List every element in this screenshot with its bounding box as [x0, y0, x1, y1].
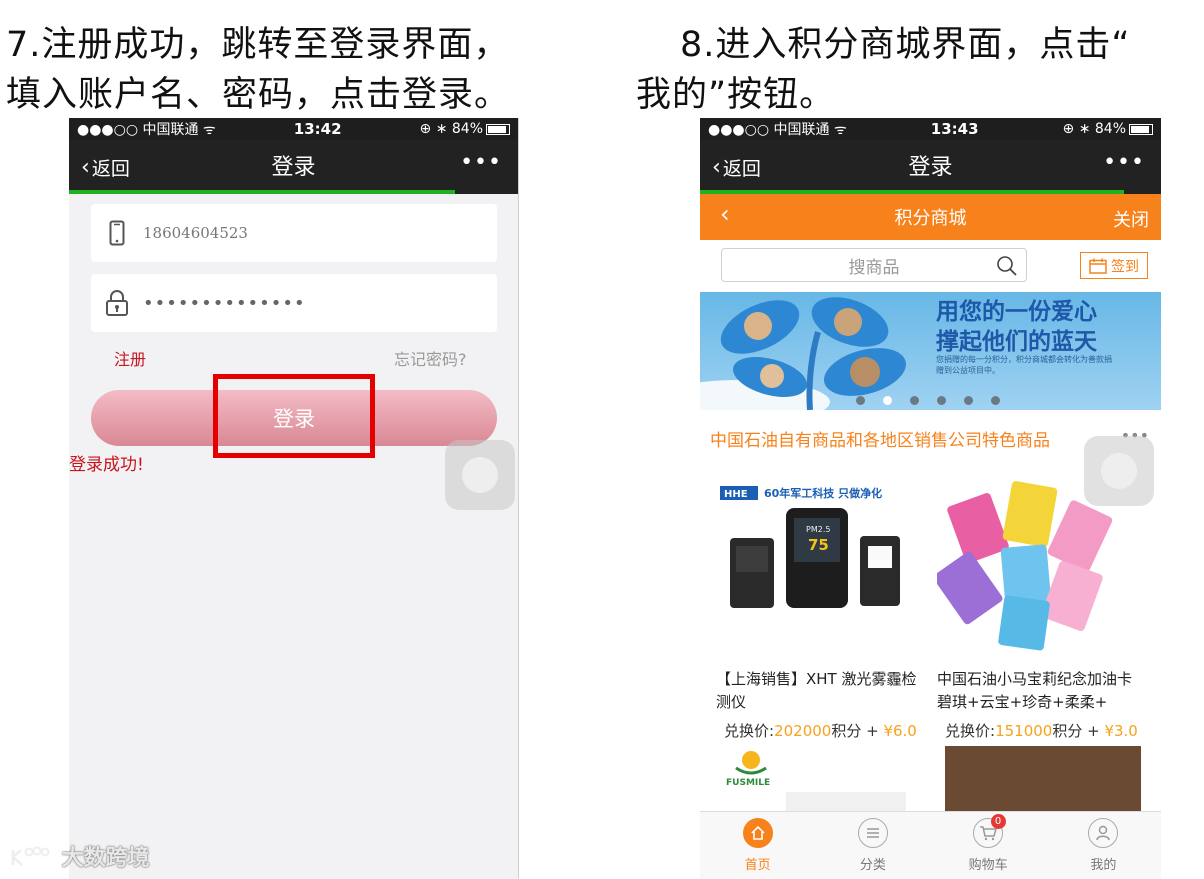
banner-subtext: 您捐赠的每一分积分，积分商城都会转化为善款捐赠到公益项目中。	[936, 355, 1112, 375]
watermark-logo-icon	[11, 846, 50, 866]
product-price: 兑换价:202000积分 + ¥6.0	[724, 722, 917, 740]
username-field[interactable]: 18604604523	[91, 204, 497, 262]
product-logo-text: FUSMILE	[726, 778, 771, 788]
tab-home[interactable]: 首页	[700, 812, 815, 879]
status-time: 13:42	[293, 120, 342, 138]
home-icon	[742, 818, 773, 848]
left-caption-line2: 填入账户名、密码，点击登录。	[6, 75, 511, 115]
password-field[interactable]: ••••••••••••••	[91, 274, 497, 332]
banner-headline-2: 撑起他们的蓝天	[936, 329, 1097, 355]
sign-in-label: 签到	[1111, 258, 1139, 275]
tab-label: 分类	[859, 858, 886, 873]
right-caption-line1: 8.进入积分商城界面，点击“	[680, 25, 1131, 65]
login-button-highlight	[213, 374, 375, 458]
left-caption-line1: 7.注册成功，跳转至登录界面，	[6, 25, 510, 65]
forgot-password-link[interactable]: 忘记密码?	[394, 346, 467, 370]
search-placeholder: 搜商品	[848, 257, 900, 278]
password-value: ••••••••••••••	[143, 292, 306, 314]
product-image: HHE 60年军工科技 只做净化 PM2.5 75	[716, 476, 916, 656]
tab-cart[interactable]: 0 购物车	[931, 812, 1046, 879]
watermark-text: 大数跨境	[61, 846, 150, 871]
tab-label: 首页	[744, 858, 771, 873]
list-icon	[857, 818, 888, 848]
chevron-left-icon: ‹	[712, 155, 721, 180]
sign-in-button[interactable]: 签到	[1080, 252, 1148, 279]
right-caption-line2: 我的”按钮。	[636, 75, 836, 115]
section-title: 中国石油自有商品和各地区销售公司特色商品	[710, 431, 1050, 451]
username-value: 18604604523	[143, 224, 248, 242]
svg-text:HHE: HHE	[724, 489, 748, 500]
status-bar: ●●●○○ 中国联通 ᯤ 13:42 ⊕ ∗ 84%	[69, 118, 518, 140]
tree-illustration-icon	[700, 297, 906, 410]
svg-text:PM2.5: PM2.5	[806, 525, 830, 534]
battery-status: ⊕ ∗ 84%	[420, 121, 510, 137]
product-brand-text: 60年军工科技 只做净化	[764, 486, 882, 500]
carousel-dots	[856, 396, 1000, 405]
points-mall-screen: ●●●○○ 中国联通 ᯤ 13:43 ⊕ ∗ 84% ‹ 返回 登录 ••• ‹ …	[700, 118, 1161, 879]
login-screen: ●●●○○ 中国联通 ᯤ 13:42 ⊕ ∗ 84% ‹ 返回 登录 ••• 18…	[69, 118, 519, 879]
cart-badge: 0	[990, 814, 1006, 829]
product-card[interactable]: FUSMILE	[716, 746, 914, 812]
back-label: 返回	[91, 158, 130, 180]
status-bar: ●●●○○ 中国联通 ᯤ 13:43 ⊕ ∗ 84%	[700, 118, 1161, 140]
mall-close-button[interactable]: 关闭	[1113, 206, 1149, 232]
carousel-dot[interactable]	[991, 396, 1000, 405]
mall-title: 积分商城	[894, 208, 967, 229]
status-time: 13:43	[930, 120, 979, 138]
mall-header: ‹ 积分商城 关闭	[700, 194, 1161, 240]
more-menu-button[interactable]: •••	[460, 150, 502, 175]
tab-label: 我的	[1090, 858, 1117, 873]
back-label: 返回	[722, 158, 761, 180]
calendar-icon	[1089, 258, 1107, 274]
assistive-touch-button[interactable]	[445, 440, 515, 510]
assistive-touch-button[interactable]	[1084, 436, 1154, 506]
product-price: 兑换价:151000积分 + ¥3.0	[945, 722, 1138, 740]
battery-status: ⊕ ∗ 84%	[1063, 121, 1153, 137]
back-button[interactable]: ‹ 返回	[81, 154, 130, 181]
bottom-tab-bar: 首页 分类 0 购物车 我的	[700, 811, 1161, 879]
product-image	[786, 792, 906, 812]
battery-icon	[486, 123, 510, 135]
product-card[interactable]: HHE 60年军工科技 只做净化 PM2.5 75 【上海销售】XHT 激光雾霾…	[716, 476, 936, 741]
search-row: 搜商品 签到	[700, 240, 1161, 292]
tab-label: 购物车	[968, 858, 1008, 873]
mall-back-button[interactable]: ‹	[720, 200, 730, 228]
battery-icon	[1129, 123, 1153, 135]
page-title: 登录	[908, 155, 953, 180]
page-load-progress	[69, 190, 518, 194]
tab-mine[interactable]: 我的	[1046, 812, 1161, 879]
banner-headline-1: 用您的一份爱心	[936, 299, 1097, 325]
back-button[interactable]: ‹ 返回	[712, 154, 761, 181]
charity-banner[interactable]: 用您的一份爱心 撑起他们的蓝天 您捐赠的每一分积分，积分商城都会转化为善款捐赠到…	[700, 292, 1161, 410]
phone-icon	[91, 220, 143, 246]
carousel-dot[interactable]	[883, 396, 892, 405]
carousel-dot[interactable]	[964, 396, 973, 405]
user-icon	[1088, 818, 1119, 848]
product-name: 中国石油小马宝莉纪念加油卡 碧琪+云宝+珍奇+柔柔+	[937, 670, 1133, 711]
register-link[interactable]: 注册	[114, 346, 146, 370]
lock-icon	[91, 289, 143, 317]
carousel-dot[interactable]	[856, 396, 865, 405]
carrier-signal: ●●●○○ 中国联通 ᯤ	[77, 122, 216, 138]
tab-category[interactable]: 分类	[815, 812, 930, 879]
search-icon	[996, 255, 1018, 282]
carrier-signal: ●●●○○ 中国联通 ᯤ	[708, 122, 847, 138]
carousel-dot[interactable]	[910, 396, 919, 405]
product-card[interactable]: 中国石油小马宝莉纪念加油卡 碧琪+云宝+珍奇+柔柔+ 兑换价:151000积分 …	[933, 476, 1157, 741]
carousel-dot[interactable]	[937, 396, 946, 405]
nav-bar: ‹ 返回 登录 •••	[700, 140, 1161, 190]
page-title: 登录	[271, 155, 316, 180]
more-menu-button[interactable]: •••	[1103, 150, 1145, 175]
watermark: 大数跨境	[10, 840, 150, 872]
chevron-left-icon: ‹	[81, 155, 90, 180]
product-row-partial: FUSMILE	[700, 746, 1161, 816]
nav-bar: ‹ 返回 登录 •••	[69, 140, 518, 190]
svg-text:75: 75	[808, 536, 829, 554]
search-input[interactable]: 搜商品	[721, 248, 1027, 282]
product-card[interactable]	[945, 746, 1141, 812]
product-name: 【上海销售】XHT 激光雾霾检测仪	[716, 670, 917, 711]
login-success-message: 登录成功!	[69, 455, 144, 475]
progress-fill	[69, 190, 456, 194]
